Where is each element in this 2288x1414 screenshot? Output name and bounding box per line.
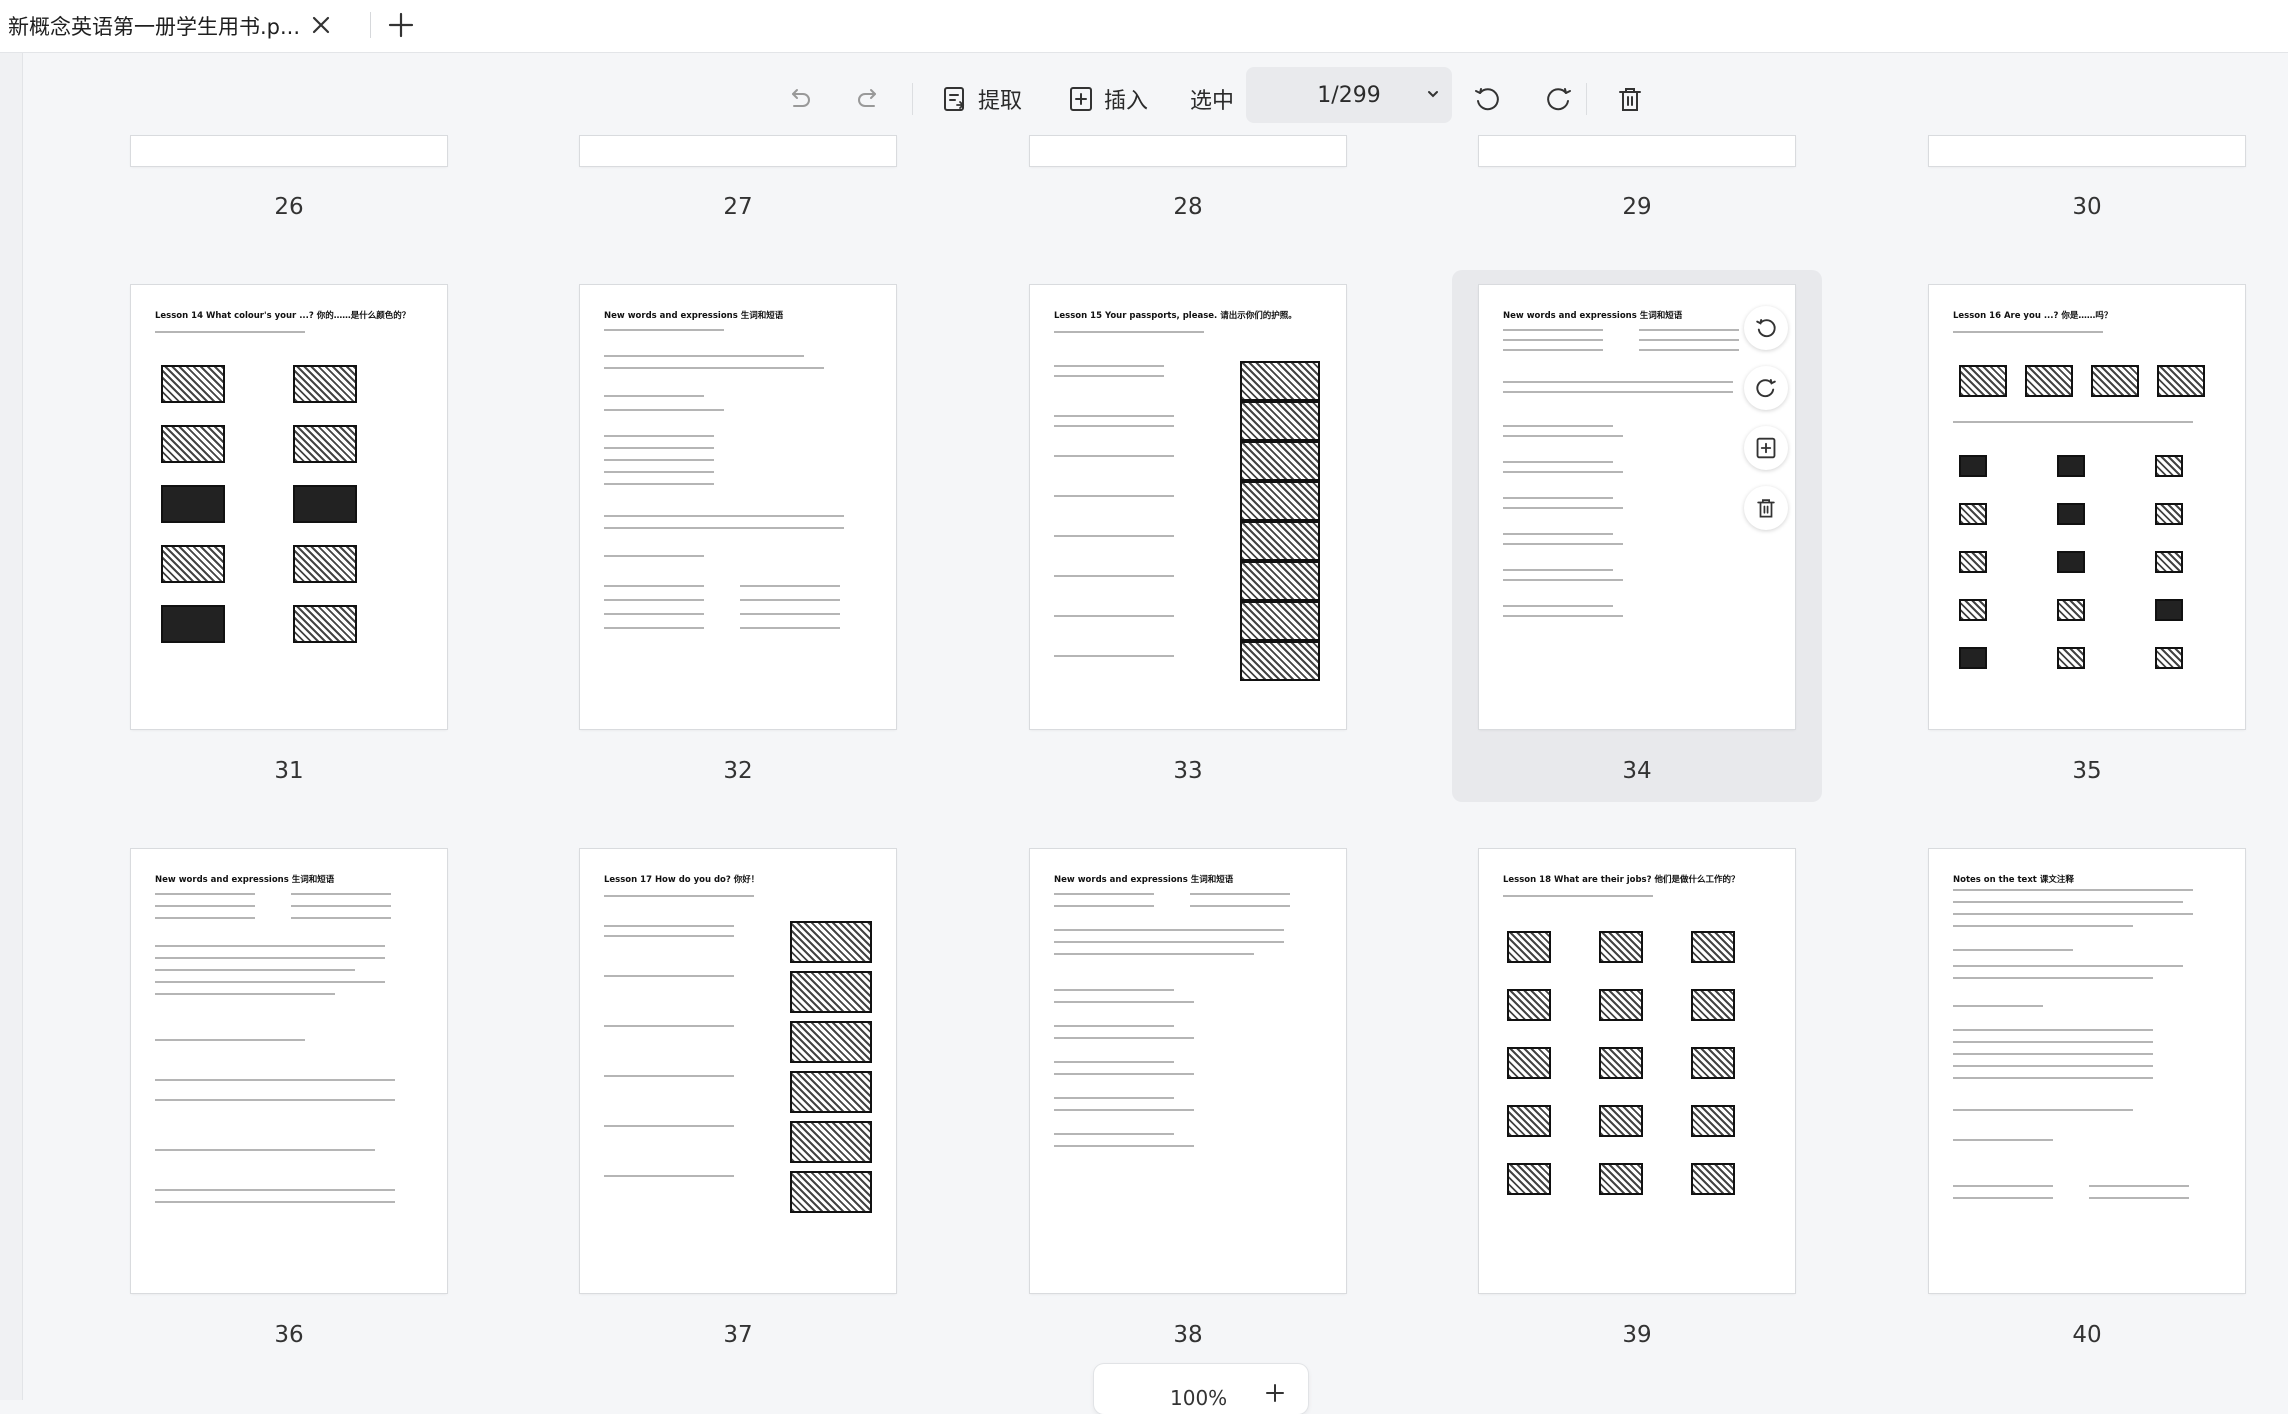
redo-icon	[858, 89, 876, 107]
page-indicator: 1/299	[1317, 82, 1381, 108]
page-thumbnail[interactable]: Lesson 17 How do you do? 你好！	[580, 849, 896, 1293]
page-number: 31	[274, 758, 304, 784]
rotate-left-icon	[1475, 88, 1499, 111]
page-number: 33	[1173, 758, 1203, 784]
page-number: 26	[274, 194, 304, 220]
rotate-right-icon	[1756, 379, 1776, 398]
chevron-down-icon	[1428, 91, 1438, 98]
page-thumbnail[interactable]	[1479, 136, 1795, 166]
toolbar-divider	[1586, 83, 1587, 115]
page-thumbnail[interactable]	[1929, 136, 2245, 166]
zoom-control[interactable]: 100%	[1094, 1364, 1308, 1414]
zoom-value: 100%	[1170, 1386, 1228, 1410]
page-thumbnail[interactable]: Lesson 14 What colour's your ...? 你的……是什…	[131, 285, 447, 729]
thumbnail-title: New words and expressions 生词和短语	[155, 875, 335, 885]
page-thumbnail[interactable]: Lesson 15 Your passports, please. 请出示你们的…	[1030, 285, 1346, 729]
thumb-insert-button[interactable]	[1744, 426, 1788, 470]
redo-button[interactable]	[854, 73, 884, 125]
page-number: 37	[723, 1322, 753, 1348]
thumbnail-title: Lesson 14 What colour's your ...? 你的……是什…	[155, 311, 411, 321]
page-number: 39	[1622, 1322, 1652, 1348]
page-thumbnail[interactable]: Lesson 16 Are you ...? 你是……吗？	[1929, 285, 2245, 729]
thumbnail-title: Lesson 16 Are you ...? 你是……吗？	[1953, 311, 2113, 321]
page-thumbnail[interactable]: Lesson 18 What are their jobs? 他们是做什么工作的…	[1479, 849, 1795, 1293]
page-thumbnail[interactable]: New words and expressions 生词和短语	[580, 285, 896, 729]
page-number: 27	[723, 194, 753, 220]
page-thumbnail[interactable]	[131, 136, 447, 166]
page-number: 29	[1622, 194, 1652, 220]
insert-icon	[1070, 87, 1092, 111]
page-thumbnail[interactable]: Notes on the text 课文注释	[1929, 849, 2245, 1293]
trash-icon	[1757, 499, 1775, 518]
extract-button[interactable]: 提取	[942, 73, 1022, 125]
page-number: 34	[1622, 758, 1652, 784]
extract-label: 提取	[978, 89, 1023, 114]
thumbnail-title: Notes on the text 课文注释	[1953, 875, 2074, 885]
page-number: 28	[1173, 194, 1203, 220]
rotate-left-button[interactable]	[1472, 73, 1502, 125]
document-tab[interactable]: 新概念英语第一册学生用书.p...	[0, 0, 358, 52]
page-thumbnail[interactable]	[1030, 136, 1346, 166]
delete-button[interactable]	[1616, 73, 1644, 125]
close-icon[interactable]	[308, 12, 334, 38]
insert-button[interactable]: 插入	[1068, 73, 1148, 125]
undo-icon	[792, 89, 810, 107]
extract-icon	[944, 87, 965, 111]
plus-icon[interactable]	[1264, 1382, 1286, 1404]
page-selector[interactable]: 1/299	[1246, 67, 1452, 123]
toolbar: 提取 插入 选中 1/299	[22, 53, 2288, 141]
undo-button[interactable]	[784, 73, 814, 125]
select-button[interactable]: 选中	[1190, 73, 1234, 125]
page-number: 30	[2072, 194, 2102, 220]
thumb-delete-button[interactable]	[1744, 486, 1788, 530]
page-number: 38	[1173, 1322, 1203, 1348]
trash-icon	[1619, 88, 1641, 111]
left-rail	[0, 53, 23, 1400]
thumbnail-title: Lesson 15 Your passports, please. 请出示你们的…	[1054, 311, 1297, 321]
thumb-rotate-left-button[interactable]	[1744, 306, 1788, 350]
page-number: 40	[2072, 1322, 2102, 1348]
insert-icon	[1756, 437, 1776, 459]
page-thumbnail[interactable]: New words and expressions 生词和短语	[131, 849, 447, 1293]
tab-bar: 新概念英语第一册学生用书.p...	[0, 0, 2288, 53]
rotate-right-button[interactable]	[1544, 73, 1574, 125]
plus-icon[interactable]	[384, 8, 418, 42]
thumbnail-title: New words and expressions 生词和短语	[1054, 875, 1234, 885]
tab-separator	[370, 12, 371, 38]
thumb-rotate-right-button[interactable]	[1744, 366, 1788, 410]
rotate-left-icon	[1756, 319, 1776, 338]
thumbnail-title: Lesson 18 What are their jobs? 他们是做什么工作的…	[1503, 875, 1740, 885]
thumbnail-title: Lesson 17 How do you do? 你好！	[604, 875, 760, 885]
page-thumbnail[interactable]	[580, 136, 896, 166]
page-number: 36	[274, 1322, 304, 1348]
thumbnail-title: New words and expressions 生词和短语	[1503, 311, 1683, 321]
select-label: 选中	[1190, 89, 1235, 114]
thumbnail-title: New words and expressions 生词和短语	[604, 311, 784, 321]
insert-label: 插入	[1104, 89, 1149, 114]
tab-title: 新概念英语第一册学生用书.p...	[8, 15, 298, 39]
page-number: 32	[723, 758, 753, 784]
toolbar-divider	[912, 83, 913, 115]
page-thumbnail[interactable]: New words and expressions 生词和短语	[1030, 849, 1346, 1293]
rotate-right-icon	[1547, 88, 1571, 111]
page-number: 35	[2072, 758, 2102, 784]
